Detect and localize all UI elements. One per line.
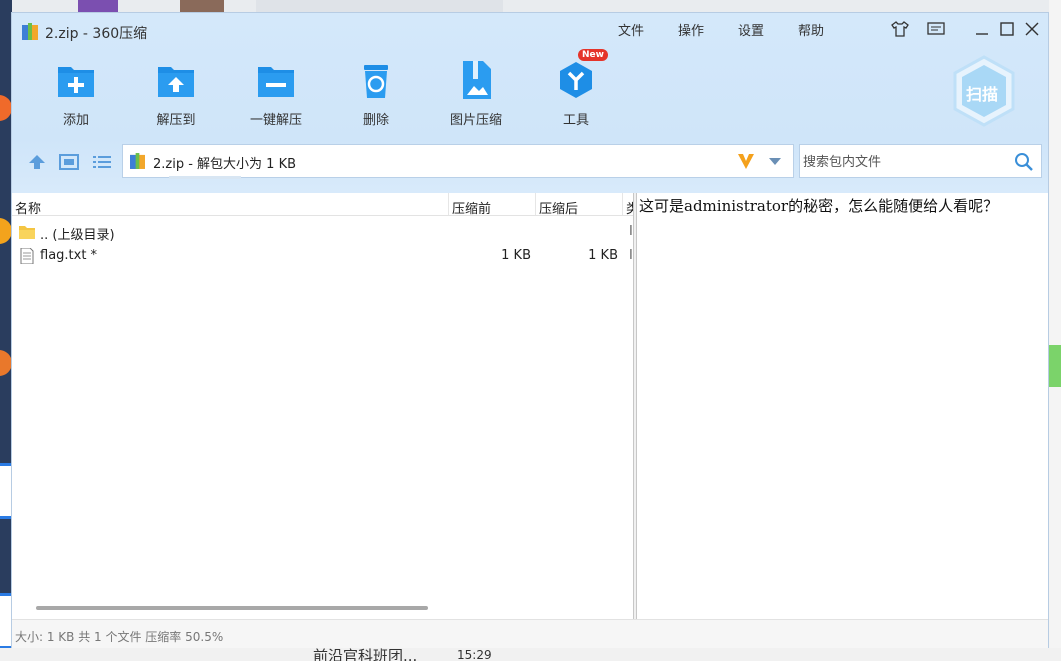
chevron-down-icon[interactable] [769, 158, 781, 165]
column-separator[interactable] [535, 193, 536, 215]
list-header: 名称 压缩前 压缩后 类 [12, 193, 639, 217]
feedback-message-icon[interactable] [926, 19, 946, 39]
path-underline [169, 176, 241, 179]
search-icon[interactable] [1014, 152, 1034, 172]
file-size-before: 1 KB [501, 248, 531, 263]
skin-shirt-icon[interactable] [890, 19, 910, 39]
menu-operation[interactable]: 操作 [678, 20, 704, 39]
maximize-icon[interactable] [997, 19, 1017, 39]
image-compress-button[interactable]: 图片压缩 [436, 59, 516, 128]
file-name: flag.txt * [40, 248, 98, 263]
vip-v-icon[interactable] [736, 151, 756, 171]
file-size-after: 1 KB [588, 248, 618, 263]
one-click-extract-label: 一键解压 [249, 113, 302, 128]
folder-icon [19, 226, 35, 239]
thumbnail-view-icon[interactable] [59, 153, 79, 171]
one-click-extract-button[interactable]: 一键解压 [236, 59, 316, 128]
zip-archive-icon [130, 153, 145, 169]
status-text: 大小: 1 KB 共 1 个文件 压缩率 50.5% [15, 630, 224, 644]
file-list: 名称 压缩前 压缩后 类 .. (上级目录) I flag.txt * [12, 193, 639, 619]
add-button[interactable]: 添加 [36, 59, 116, 128]
file-name: .. (上级目录) [40, 228, 115, 243]
up-level-icon[interactable] [27, 153, 47, 171]
tools-button[interactable]: 工具 [536, 59, 616, 128]
desktop-right-strip [1049, 0, 1061, 661]
column-name[interactable]: 名称 [15, 198, 41, 217]
tools-label: 工具 [562, 113, 589, 128]
search-box [799, 144, 1042, 179]
extract-to-icon [158, 67, 194, 97]
column-after-size[interactable]: 压缩后 [539, 198, 578, 217]
image-compress-icon [463, 61, 491, 99]
background-text: 前沿官科班团... [313, 648, 418, 661]
menu-file[interactable]: 文件 [618, 20, 644, 39]
delete-button[interactable]: 删除 [336, 59, 416, 128]
scan-label: 扫描 [966, 85, 999, 104]
preview-text: 这可是administrator的秘密，怎么能随便给人看呢？ [639, 197, 999, 215]
background-time: 15:29 [457, 648, 492, 661]
one-click-extract-icon [258, 67, 294, 97]
column-separator[interactable] [448, 193, 449, 215]
column-before-size[interactable]: 压缩前 [452, 198, 491, 217]
horizontal-scrollbar[interactable] [36, 606, 428, 610]
delete-icon [364, 65, 388, 98]
desktop-bottom-strip: 前沿官科班团... 15:29 [0, 648, 1061, 661]
extract-to-label: 解压到 [156, 113, 196, 128]
list-item[interactable]: .. (上级目录) I [12, 220, 633, 244]
image-compress-label: 图片压缩 [449, 113, 502, 128]
new-badge: New [578, 49, 608, 61]
zip-archive-icon [22, 23, 38, 40]
close-icon[interactable] [1022, 19, 1042, 39]
tools-icon [560, 62, 592, 98]
scan-button[interactable]: 扫描 [952, 55, 1016, 127]
archive-window: 2.zip - 360压缩 文件 操作 设置 帮助 添加 解压到 一键解压 删除… [11, 12, 1049, 648]
text-file-icon [20, 248, 34, 264]
extract-to-button[interactable]: 解压到 [136, 59, 216, 128]
path-bar[interactable]: 2.zip - 解包大小为 1 KB [122, 144, 794, 179]
delete-label: 删除 [362, 113, 389, 128]
list-view-icon[interactable] [92, 153, 112, 171]
desktop-top-strip [0, 0, 1061, 12]
add-label: 添加 [62, 113, 89, 128]
menu-help[interactable]: 帮助 [798, 20, 824, 39]
minimize-icon[interactable] [972, 19, 992, 39]
column-separator[interactable] [622, 193, 623, 215]
window-header: 2.zip - 360压缩 文件 操作 设置 帮助 添加 解压到 一键解压 删除… [12, 13, 1048, 193]
path-text: 2.zip - 解包大小为 1 KB [153, 157, 297, 172]
menu-settings[interactable]: 设置 [738, 20, 764, 39]
status-bar: 大小: 1 KB 共 1 个文件 压缩率 50.5% [12, 619, 1048, 648]
add-icon [58, 67, 94, 97]
window-title: 2.zip - 360压缩 [45, 26, 148, 42]
search-input[interactable] [800, 145, 1005, 179]
list-item[interactable]: flag.txt * 1 KB 1 KB I [12, 244, 633, 268]
preview-pane: 这可是administrator的秘密，怎么能随便给人看呢？ [637, 193, 1048, 619]
